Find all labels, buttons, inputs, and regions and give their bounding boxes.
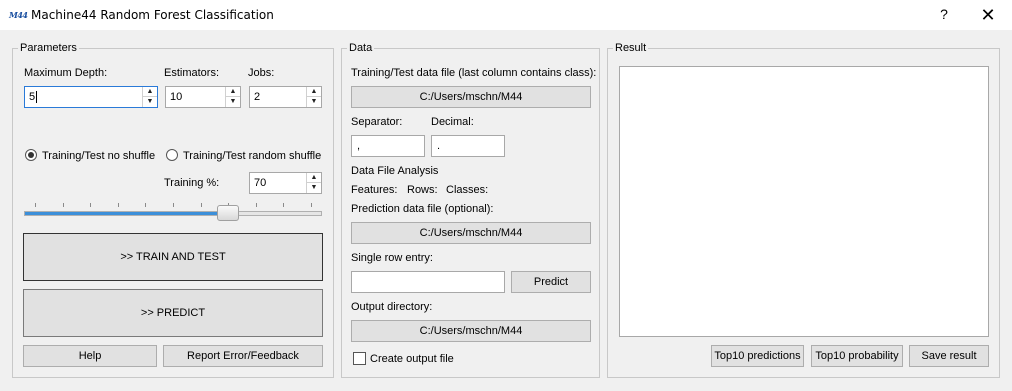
slider-tick: [311, 203, 312, 207]
separator-value: ,: [357, 140, 361, 152]
slider-tick: [145, 203, 147, 207]
create-output-label[interactable]: Create output file: [370, 353, 454, 365]
max-depth-label: Maximum Depth:: [24, 67, 108, 79]
prediction-file-button[interactable]: C:/Users/mschn/M44: [351, 222, 591, 244]
output-dir-button[interactable]: C:/Users/mschn/M44: [351, 320, 591, 342]
training-pct-spinbox[interactable]: 70 ▲ ▼: [249, 172, 322, 194]
spin-down-icon[interactable]: ▼: [226, 97, 240, 107]
classes-label: Classes:: [446, 184, 489, 196]
close-icon[interactable]: ✕: [976, 4, 1000, 28]
spin-down-icon[interactable]: ▼: [307, 183, 321, 193]
window-title: Machine44 Random Forest Classification: [31, 8, 274, 22]
separator-input[interactable]: ,: [351, 135, 425, 157]
estimators-value: 10: [170, 91, 183, 103]
training-pct-label: Training %:: [164, 177, 220, 189]
training-pct-value: 70: [254, 177, 267, 189]
train-file-label: Training/Test data file (last column con…: [351, 67, 597, 79]
help-icon[interactable]: ?: [934, 6, 954, 26]
max-depth-value: 5: [29, 91, 38, 103]
estimators-label: Estimators:: [164, 67, 220, 79]
single-row-label: Single row entry:: [351, 252, 433, 264]
output-dir-label: Output directory:: [351, 301, 433, 313]
slider-tick: [35, 203, 36, 207]
training-pct-spin-arrows: ▲ ▼: [306, 173, 321, 193]
app-logo-icon: M44: [9, 10, 28, 20]
spin-up-icon[interactable]: ▲: [307, 173, 321, 183]
radio-no-shuffle[interactable]: [25, 149, 37, 161]
training-slider-track[interactable]: [24, 211, 322, 216]
slider-tick: [117, 203, 119, 207]
data-group-title: Data: [347, 42, 375, 54]
decimal-label: Decimal:: [431, 116, 474, 128]
estimators-spin-arrows: ▲ ▼: [225, 87, 240, 107]
slider-tick: [255, 203, 257, 207]
max-depth-spin-arrows: ▲ ▼: [142, 87, 157, 107]
radio-random-shuffle[interactable]: [166, 149, 178, 161]
training-slider-fill: [25, 212, 230, 215]
single-row-input[interactable]: [351, 271, 505, 293]
result-group-title: Result: [613, 42, 649, 54]
slider-tick: [62, 203, 64, 207]
estimators-spinbox[interactable]: 10 ▲ ▼: [165, 86, 241, 108]
save-result-button[interactable]: Save result: [909, 345, 989, 367]
top10-probability-button[interactable]: Top10 probability: [811, 345, 903, 367]
jobs-label: Jobs:: [248, 67, 275, 79]
slider-tick: [283, 203, 285, 207]
separator-label: Separator:: [351, 116, 403, 128]
train-and-test-button[interactable]: >> TRAIN AND TEST: [23, 233, 323, 281]
prediction-file-label: Prediction data file (optional):: [351, 203, 494, 215]
spin-up-icon[interactable]: ▲: [143, 87, 157, 97]
predict-main-button[interactable]: >> PREDICT: [23, 289, 323, 337]
features-label: Features:: [351, 184, 398, 196]
decimal-value: .: [437, 140, 441, 152]
parameters-group-title: Parameters: [18, 42, 79, 54]
create-output-checkbox[interactable]: [353, 352, 366, 365]
title-bar: M44 Machine44 Random Forest Classificati…: [0, 0, 1012, 31]
help-button[interactable]: Help: [23, 345, 157, 367]
top10-predictions-button[interactable]: Top10 predictions: [711, 345, 804, 367]
train-file-button[interactable]: C:/Users/mschn/M44: [351, 86, 591, 108]
radio-random-shuffle-label[interactable]: Training/Test random shuffle: [183, 150, 321, 162]
max-depth-spinbox[interactable]: 5 ▲ ▼: [24, 86, 158, 108]
training-slider-handle[interactable]: [217, 205, 240, 221]
rows-label: Rows:: [407, 184, 438, 196]
spin-up-icon[interactable]: ▲: [226, 87, 240, 97]
jobs-spin-arrows: ▲ ▼: [306, 87, 321, 107]
radio-no-shuffle-label[interactable]: Training/Test no shuffle: [42, 150, 155, 162]
predict-row-button[interactable]: Predict: [511, 271, 591, 293]
report-error-button[interactable]: Report Error/Feedback: [163, 345, 323, 367]
spin-up-icon[interactable]: ▲: [307, 87, 321, 97]
jobs-value: 2: [254, 91, 261, 103]
spin-down-icon[interactable]: ▼: [307, 97, 321, 107]
result-textarea[interactable]: [619, 66, 989, 337]
jobs-spinbox[interactable]: 2 ▲ ▼: [249, 86, 322, 108]
slider-tick: [173, 203, 174, 207]
slider-tick: [90, 203, 92, 207]
slider-tick: [200, 203, 202, 207]
data-analysis-label: Data File Analysis: [351, 165, 439, 177]
spin-down-icon[interactable]: ▼: [143, 97, 157, 107]
decimal-input[interactable]: .: [431, 135, 505, 157]
